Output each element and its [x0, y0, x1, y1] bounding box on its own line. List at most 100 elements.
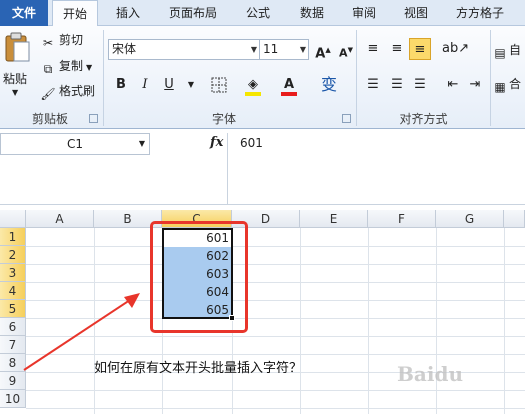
borders-button[interactable] — [208, 74, 230, 96]
column-header-f[interactable]: F — [368, 210, 436, 228]
wrap-text-button[interactable]: ▤ 自 — [494, 40, 521, 60]
font-size-value: 11 — [263, 42, 279, 56]
orientation-icon: ab↗ — [442, 41, 470, 56]
align-bottom-icon: ≡ — [414, 42, 426, 57]
align-right-button[interactable]: ☰ — [409, 74, 431, 96]
underline-dropdown-arrow[interactable]: ▼ — [180, 74, 202, 96]
gridline — [368, 228, 369, 414]
column-header-h[interactable] — [504, 210, 525, 228]
gridline — [436, 228, 437, 414]
align-bottom-button[interactable]: ≡ — [409, 38, 431, 60]
font-name-value: 宋体 — [112, 42, 137, 56]
font-color-bar — [281, 92, 297, 96]
row-header-9[interactable]: 9 — [0, 372, 26, 390]
align-center-icon: ☰ — [391, 77, 403, 92]
paint-bucket-icon: ◈ — [248, 77, 258, 92]
wrap-text-label: 自 — [509, 43, 522, 57]
font-size-combo[interactable]: 11 ▼ — [259, 39, 309, 60]
gridline — [26, 246, 525, 247]
italic-button[interactable]: I — [134, 74, 156, 96]
gridline — [26, 282, 525, 283]
tab-insert[interactable]: 插入 — [106, 0, 150, 26]
grow-font-button[interactable]: A▲ — [312, 39, 334, 61]
grow-font-icon: A — [315, 46, 326, 62]
copy-dropdown-arrow[interactable]: ▼ — [86, 63, 92, 72]
row-header-2[interactable]: 2 — [0, 246, 26, 264]
gridline — [26, 336, 525, 337]
fill-color-button[interactable]: ◈ — [242, 74, 264, 96]
ribbon-tab-bar: 文件 开始 插入 页面布局 公式 数据 审阅 视图 方方格子 — [0, 0, 525, 27]
paste-label: 粘贴 — [3, 72, 28, 86]
baidu-watermark: Baidu — [397, 362, 463, 386]
row-header-4[interactable]: 4 — [0, 282, 26, 300]
align-center-button[interactable]: ☰ — [386, 74, 408, 96]
formula-bar: C1 ▼ fx 601 — [0, 130, 525, 205]
increase-indent-button[interactable]: ⇥ — [464, 74, 486, 96]
tab-home[interactable]: 开始 — [52, 0, 98, 27]
orientation-button[interactable]: ab↗ — [442, 38, 469, 60]
chevron-down-icon: ▼ — [299, 45, 306, 54]
gridline — [26, 300, 525, 301]
tab-review[interactable]: 审阅 — [342, 0, 386, 26]
chevron-down-icon: ▼ — [250, 45, 257, 54]
underline-button[interactable]: U — [158, 74, 180, 96]
alignment-group-label: 对齐方式 — [399, 112, 448, 126]
merge-center-button[interactable]: ▦ 合 — [494, 74, 521, 94]
tab-fangfang[interactable]: 方方格子 — [448, 0, 512, 26]
tab-page-layout[interactable]: 页面布局 — [160, 0, 226, 26]
align-left-button[interactable]: ☰ — [362, 74, 384, 96]
clipboard-group-label: 剪贴板 — [31, 112, 68, 126]
name-box[interactable]: C1 ▼ — [0, 133, 150, 155]
format-painter-button[interactable]: 🖌 格式刷 — [40, 81, 95, 101]
paste-dropdown-arrow[interactable]: ▼ — [12, 88, 18, 97]
row-header-8[interactable]: 8 — [0, 354, 26, 372]
cut-button[interactable]: ✂ 剪切 — [40, 30, 83, 50]
row-header-5[interactable]: 5 — [0, 300, 26, 318]
format-painter-icon: 🖌 — [40, 87, 56, 101]
tab-file[interactable]: 文件 — [0, 0, 48, 26]
select-all-corner[interactable] — [0, 210, 26, 228]
tab-view[interactable]: 视图 — [394, 0, 438, 26]
align-top-button[interactable]: ≡ — [362, 38, 384, 60]
row-header-3[interactable]: 3 — [0, 264, 26, 282]
gridline — [26, 318, 525, 319]
paste-button[interactable]: 粘贴 ▼ — [2, 30, 32, 104]
clipboard-launcher-icon[interactable] — [89, 114, 98, 123]
copy-label: 复制 — [59, 59, 84, 73]
row-header-6[interactable]: 6 — [0, 318, 26, 336]
align-middle-button[interactable]: ≡ — [386, 38, 408, 60]
bold-button[interactable]: B — [110, 74, 132, 96]
shrink-font-icon: A — [339, 46, 348, 60]
gridline — [26, 354, 525, 355]
column-header-e[interactable]: E — [300, 210, 368, 228]
font-color-button[interactable]: A — [278, 74, 300, 96]
align-right-icon: ☰ — [414, 77, 426, 92]
separator — [490, 30, 491, 126]
column-header-a[interactable]: A — [26, 210, 94, 228]
gridline — [26, 264, 525, 265]
copy-button[interactable]: ⧉ 复制 ▼ — [40, 56, 92, 76]
name-box-value: C1 — [66, 137, 83, 151]
font-color-icon: A — [283, 77, 295, 92]
tab-data[interactable]: 数据 — [290, 0, 334, 26]
align-top-icon: ≡ — [367, 41, 379, 56]
row-header-10[interactable]: 10 — [0, 390, 26, 408]
phonetic-icon: 变 — [320, 75, 337, 94]
font-name-combo[interactable]: 宋体 ▼ — [108, 39, 260, 60]
align-left-icon: ☰ — [367, 77, 379, 92]
decrease-indent-button[interactable]: ⇤ — [442, 74, 464, 96]
formula-input[interactable]: 601 — [240, 136, 263, 150]
font-launcher-icon[interactable] — [342, 114, 351, 123]
phonetic-button[interactable]: 变 — [318, 74, 340, 96]
chevron-down-icon: ▼ — [138, 139, 145, 148]
insert-function-button[interactable]: fx — [210, 135, 223, 150]
column-header-g[interactable]: G — [436, 210, 504, 228]
tab-formulas[interactable]: 公式 — [236, 0, 280, 26]
cut-label: 剪切 — [59, 33, 84, 47]
shrink-font-button[interactable]: A▼ — [335, 39, 357, 61]
row-header-1[interactable]: 1 — [0, 228, 26, 246]
scissors-icon: ✂ — [42, 36, 54, 50]
row-header-7[interactable]: 7 — [0, 336, 26, 354]
wrap-text-icon: ▤ — [494, 46, 506, 60]
align-middle-icon: ≡ — [391, 41, 403, 56]
